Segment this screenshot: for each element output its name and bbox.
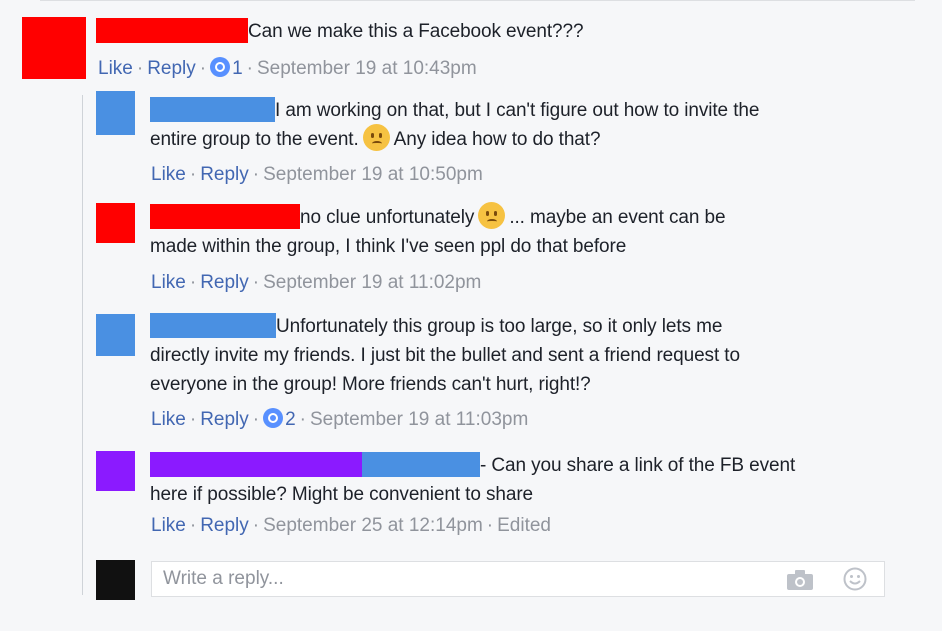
timestamp[interactable]: September 19 at 11:02pm <box>263 272 481 293</box>
reply-input[interactable] <box>163 562 763 596</box>
author-name-redacted[interactable] <box>150 204 300 229</box>
comment-body: - Can you share a link of the FB event h… <box>150 451 795 509</box>
timestamp[interactable]: September 19 at 10:43pm <box>257 58 477 79</box>
comment-meta: Like · Reply · 1 · September 19 at 10:43pm <box>98 56 477 79</box>
reply-link[interactable]: Reply <box>147 58 196 79</box>
sad-face-emoji-icon <box>478 202 506 230</box>
comment-text-line: made within the group, I think I've seen… <box>150 236 627 257</box>
comment-text-line: everyone in the group! More friends can'… <box>150 374 591 395</box>
comment-meta: Like · Reply · September 19 at 10:50pm <box>151 164 483 185</box>
comment-text-line: I am working on that, but I can't figure… <box>275 100 760 121</box>
comment-text-line: no clue unfortunately <box>300 207 475 228</box>
avatar[interactable] <box>96 203 135 243</box>
like-reaction-icon[interactable] <box>263 407 284 428</box>
comment-text-line: Unfortunately this group is too large, s… <box>276 316 723 337</box>
divider <box>40 0 915 1</box>
comment-body: Unfortunately this group is too large, s… <box>150 312 740 399</box>
author-name-redacted[interactable] <box>150 313 276 338</box>
comment-text: Can we make this a Facebook event??? <box>248 21 584 42</box>
reply-link[interactable]: Reply <box>200 272 249 293</box>
smiley-icon[interactable] <box>843 567 867 591</box>
avatar[interactable] <box>96 91 135 135</box>
comment-body: I am working on that, but I can't figure… <box>150 96 759 154</box>
reply-link[interactable]: Reply <box>200 164 249 185</box>
like-reaction-icon[interactable] <box>210 56 231 77</box>
like-link[interactable]: Like <box>151 409 186 430</box>
reaction-count[interactable]: 2 <box>285 409 296 430</box>
comment-text-line: - Can you share a link of the FB event <box>480 455 796 476</box>
comment-text-line: Any idea how to do that? <box>393 129 601 150</box>
avatar[interactable] <box>96 314 135 356</box>
reply-thread-line <box>82 95 83 595</box>
reaction-count[interactable]: 1 <box>232 58 243 79</box>
timestamp[interactable]: September 19 at 11:03pm <box>310 409 528 430</box>
avatar[interactable] <box>22 17 86 79</box>
timestamp[interactable]: September 25 at 12:14pm <box>263 515 483 536</box>
camera-icon[interactable] <box>786 569 814 591</box>
comment-text-line: ... maybe an event can be <box>509 207 726 228</box>
reply-link[interactable]: Reply <box>200 515 249 536</box>
like-link[interactable]: Like <box>151 515 186 536</box>
like-link[interactable]: Like <box>151 272 186 293</box>
author-name-redacted[interactable] <box>96 18 248 43</box>
comment-text-line: directly invite my friends. I just bit t… <box>150 345 740 366</box>
author-name-redacted[interactable] <box>150 97 275 122</box>
comment-text-line: here if possible? Might be convenient to… <box>150 484 534 505</box>
sad-face-emoji-icon <box>362 124 390 152</box>
comment-meta: Like · Reply · September 19 at 11:02pm <box>151 272 482 293</box>
reply-composer[interactable] <box>151 561 885 597</box>
author-name-redacted[interactable] <box>150 452 362 477</box>
comment-meta: Like · Reply · 2 · September 19 at 11:03pm <box>151 407 529 430</box>
like-link[interactable]: Like <box>98 58 133 79</box>
comment-meta: Like · Reply · September 25 at 12:14pm · Edite… <box>151 515 551 536</box>
avatar[interactable] <box>96 451 135 491</box>
reply-link[interactable]: Reply <box>200 409 249 430</box>
comment-body: Can we make this a Facebook event??? <box>96 17 584 46</box>
timestamp[interactable]: September 19 at 10:50pm <box>263 164 483 185</box>
comment-body: no clue unfortunately ... maybe an event … <box>150 202 726 261</box>
current-user-avatar[interactable] <box>96 560 135 600</box>
edited-label[interactable]: Edited <box>497 515 551 536</box>
like-link[interactable]: Like <box>151 164 186 185</box>
comment-text-line: entire group to the event. <box>150 129 359 150</box>
tagged-name-redacted[interactable] <box>362 452 480 477</box>
